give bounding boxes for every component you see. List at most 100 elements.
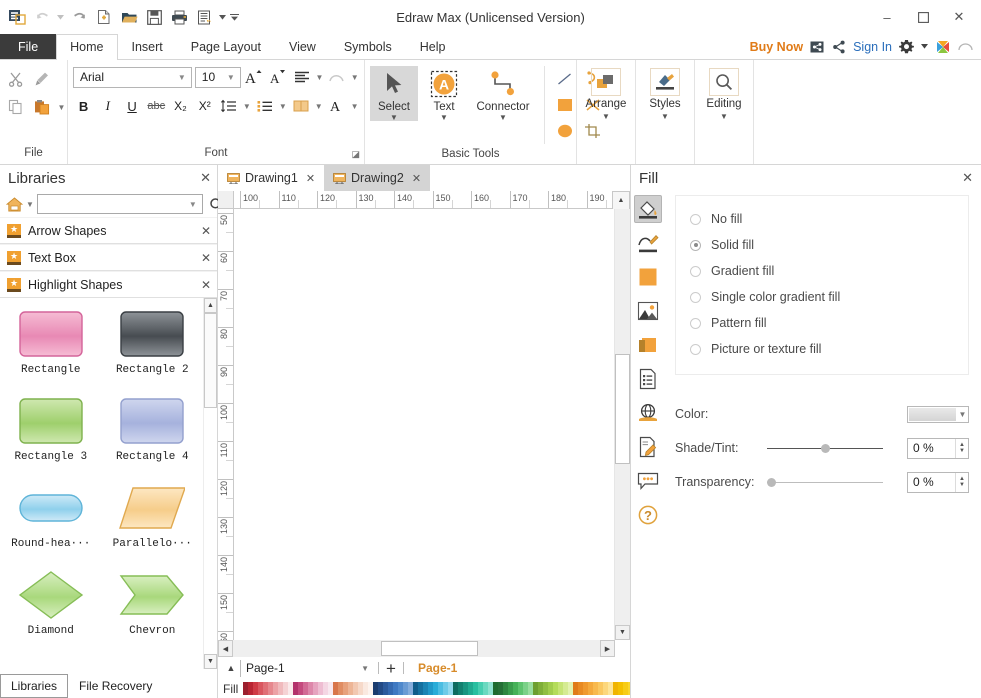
add-page-button[interactable]: + [384, 660, 398, 677]
italic-button[interactable]: I [97, 95, 118, 117]
fill-panel-close-icon[interactable]: ✕ [962, 170, 973, 186]
line-pen-icon[interactable] [634, 229, 662, 257]
shape-item[interactable]: Rectangle 3 [0, 395, 102, 482]
tab-help[interactable]: Help [406, 34, 460, 59]
horizontal-ruler[interactable]: 100 110 120 130 140 150 160 170 180 190 [234, 191, 612, 209]
bold-button[interactable]: B [73, 95, 94, 117]
styles-dropdown-icon[interactable]: ▼ [661, 112, 669, 121]
tab-insert[interactable]: Insert [118, 34, 177, 59]
shape-thumbnail[interactable] [18, 308, 84, 360]
page-tab-page-1[interactable]: Page-1 [418, 661, 457, 675]
tab-home[interactable]: Home [56, 34, 118, 60]
library-group-close-icon[interactable]: ✕ [201, 251, 211, 265]
vertical-ruler[interactable]: 50 60 70 80 90 100 110 120 130 140 150 160 [218, 209, 234, 640]
canvas-vertical-scrollbar[interactable]: ▼ [615, 209, 630, 640]
radio-button[interactable] [690, 343, 701, 355]
radio-button[interactable] [690, 317, 701, 329]
styles-icon[interactable] [649, 68, 680, 96]
document-tab-close-icon[interactable]: ✕ [306, 172, 315, 185]
library-group-highlight-shapes[interactable]: ★ Highlight Shapes ✕ [0, 271, 217, 298]
font-dialog-launcher[interactable]: ◪ [351, 149, 360, 160]
vscroll-thumb[interactable] [615, 354, 630, 464]
text-curve-icon[interactable] [327, 66, 348, 88]
text-dropdown-icon[interactable]: ▼ [440, 114, 448, 122]
font-color-dropdown-icon[interactable]: ▼ [350, 102, 359, 111]
curve-dropdown-icon[interactable]: ▼ [351, 73, 360, 82]
redo-icon[interactable] [68, 6, 90, 28]
tab-page-layout[interactable]: Page Layout [177, 34, 275, 59]
chevron-down-icon[interactable]: ▼ [957, 410, 968, 419]
bullet-list-icon[interactable] [254, 95, 275, 117]
shape-item[interactable] [0, 656, 102, 669]
align-dropdown-icon[interactable]: ▼ [315, 73, 324, 82]
radio-button[interactable] [690, 239, 701, 251]
page-selector-combo[interactable]: Page-1 ▼ [240, 659, 373, 677]
home-icon[interactable] [6, 196, 23, 212]
libraries-close-icon[interactable]: ✕ [200, 170, 211, 186]
undo-dropdown-icon[interactable] [56, 6, 65, 28]
font-family-combo[interactable]: Arial ▼ [73, 66, 192, 88]
radio-button[interactable] [690, 265, 701, 277]
spinner-arrows[interactable]: ▲ ▼ [955, 472, 968, 492]
vscroll-up-button[interactable]: ▲ [612, 191, 630, 209]
home-dropdown-icon[interactable]: ▼ [26, 200, 34, 209]
open-icon[interactable] [118, 6, 140, 28]
hscroll-track[interactable] [233, 640, 600, 657]
shape-thumbnail[interactable] [18, 482, 84, 534]
radio-button[interactable] [690, 291, 701, 303]
shape-thumbnail[interactable] [18, 569, 84, 621]
minimize-button[interactable]: – [869, 3, 905, 31]
text-columns-icon[interactable] [290, 95, 311, 117]
line-icon[interactable] [551, 66, 579, 92]
edraw-cloud-icon[interactable] [935, 39, 951, 55]
underline-button[interactable]: U [121, 95, 142, 117]
picture-icon[interactable] [634, 297, 662, 325]
library-scroll-thumb[interactable] [204, 313, 217, 408]
copy-icon[interactable] [5, 96, 27, 118]
columns-dropdown-icon[interactable]: ▼ [314, 102, 323, 111]
shape-thumbnail[interactable] [119, 482, 186, 534]
fill-option[interactable]: Pattern fill [676, 310, 968, 336]
shape-color-icon[interactable] [634, 263, 662, 291]
note-icon[interactable] [634, 433, 662, 461]
shape-item[interactable]: Diamond [0, 569, 102, 656]
shape-item[interactable]: Parallelo··· [102, 482, 204, 569]
sign-in-link[interactable]: Sign In [853, 40, 892, 54]
bullet-dropdown-icon[interactable]: ▼ [278, 102, 287, 111]
shape-thumbnail[interactable] [119, 656, 185, 669]
grow-font-button[interactable]: A [244, 66, 265, 88]
vscroll-down-button[interactable]: ▼ [615, 625, 630, 640]
tab-file[interactable]: File [0, 34, 57, 59]
comment-icon[interactable] [634, 467, 662, 495]
share-icon[interactable] [832, 40, 846, 54]
shape-item[interactable]: Rectangle 2 [102, 308, 204, 395]
transparency-spinner[interactable]: 0 % ▲ ▼ [907, 471, 969, 493]
fill-option[interactable]: Gradient fill [676, 258, 968, 284]
customize-qat-icon[interactable] [230, 6, 239, 28]
save-icon[interactable] [143, 6, 165, 28]
page-bar-expand-icon[interactable]: ▲ [222, 663, 240, 673]
cut-icon[interactable] [5, 68, 27, 90]
new-icon[interactable] [93, 6, 115, 28]
arrange-dropdown-icon[interactable]: ▼ [602, 112, 610, 121]
shape-item[interactable]: Rectangle 4 [102, 395, 204, 482]
tab-file-recovery[interactable]: File Recovery [68, 674, 163, 698]
paste-icon[interactable] [31, 96, 53, 118]
editing-search-icon[interactable] [708, 68, 739, 96]
tab-libraries[interactable]: Libraries [0, 674, 69, 698]
undo-icon[interactable] [31, 6, 53, 28]
buy-now-link[interactable]: Buy Now [750, 40, 803, 54]
fill-option[interactable]: Single color gradient fill [676, 284, 968, 310]
hscroll-thumb[interactable] [381, 641, 478, 656]
connector-tool-button[interactable]: Connector ▼ [470, 66, 536, 122]
fill-option[interactable]: No fill [676, 206, 968, 232]
ellipse-icon[interactable] [551, 118, 579, 144]
align-left-icon[interactable] [291, 66, 312, 88]
gear-dropdown-icon[interactable] [921, 44, 928, 49]
shade-tint-slider[interactable] [767, 442, 883, 454]
paste-dropdown-icon[interactable]: ▼ [57, 103, 66, 112]
format-painter-icon[interactable] [31, 68, 53, 90]
library-scrollbar[interactable]: ▲ ▼ [203, 298, 217, 669]
shape-thumbnail[interactable] [119, 569, 185, 621]
properties-icon[interactable] [634, 365, 662, 393]
